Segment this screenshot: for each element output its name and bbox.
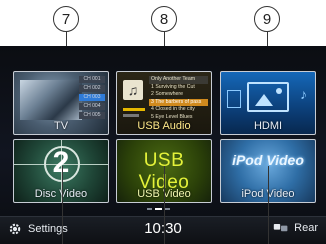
- callout-7: 7: [53, 6, 79, 32]
- track-item: 1 Surviving the Cut: [151, 83, 195, 90]
- hdmi-decor-frame: [227, 90, 241, 108]
- track-item: 2 Somewhere: [151, 91, 184, 97]
- rear-seat-icon: [273, 224, 288, 232]
- page-dot[interactable]: [147, 208, 152, 210]
- tv-preview-image: [20, 80, 82, 120]
- usb-audio-track-list: Only Another Team 1 Surviving the Cut 2 …: [149, 76, 208, 121]
- tile-hdmi[interactable]: ♪ HDMI: [220, 71, 316, 135]
- callout-leader-bottom-right: [268, 166, 269, 244]
- tile-hdmi-label: HDMI: [253, 120, 283, 132]
- page-dot-active[interactable]: [155, 208, 162, 210]
- tile-usb-audio[interactable]: ♫ Only Another Team 1 Surviving the Cut …: [116, 71, 212, 135]
- callout-leader-bottom-center: [164, 166, 165, 244]
- tile-usb-audio-label: USB Audio: [137, 120, 191, 132]
- tv-channel-item: CH 004: [79, 103, 105, 110]
- rear-label: Rear: [294, 222, 318, 234]
- tile-disc-video-label: Disc Video: [34, 188, 88, 200]
- status-bar: Settings 10:30 Rear: [0, 216, 326, 244]
- callout-8: 8: [151, 6, 177, 32]
- page-indicator: [147, 208, 170, 210]
- picture-frame-icon: [247, 82, 289, 112]
- source-menu-screen: CH 001 CH 002 CH 003 CH 004 CH 005 TV ♫ …: [0, 46, 326, 244]
- callout-9: 9: [254, 6, 280, 32]
- music-note-icon: ♪: [300, 86, 307, 102]
- audio-progress-bar: [123, 108, 145, 111]
- tile-tv[interactable]: CH 001 CH 002 CH 003 CH 004 CH 005 TV: [13, 71, 109, 135]
- tv-channel-item: CH 002: [79, 85, 105, 92]
- tv-channel-list: CH 001 CH 002 CH 003 CH 004 CH 005: [79, 76, 105, 121]
- rear-button[interactable]: Rear: [273, 222, 318, 234]
- tile-tv-label: TV: [53, 120, 69, 132]
- tv-channel-item: CH 005: [79, 112, 105, 119]
- page-dot[interactable]: [165, 208, 170, 210]
- audio-volume-bar: [123, 114, 139, 117]
- music-note-icon: ♫: [123, 80, 143, 100]
- track-item: 4 Closed in the city: [151, 106, 195, 112]
- tv-channel-item: CH 003: [79, 94, 105, 101]
- track-header: Only Another Team: [149, 76, 208, 84]
- countdown-number: 2: [52, 146, 70, 179]
- tile-disc-video[interactable]: 2 Disc Video: [13, 139, 109, 203]
- callout-leader-bottom-left: [62, 166, 63, 244]
- tv-channel-item: CH 001: [79, 76, 105, 83]
- track-item: 3 The barbers of pass: [149, 98, 208, 106]
